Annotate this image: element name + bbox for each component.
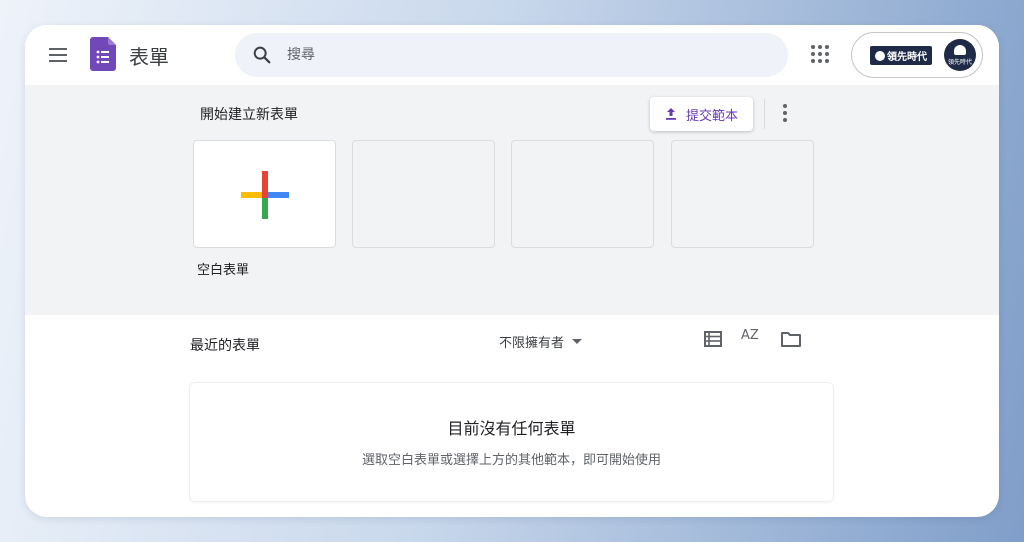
search-input[interactable] bbox=[287, 33, 767, 77]
upload-icon bbox=[666, 108, 676, 120]
submit-template-label: 提交範本 bbox=[686, 108, 739, 124]
owner-filter-dropdown[interactable]: 不限擁有者 bbox=[499, 332, 583, 351]
google-apps-icon[interactable] bbox=[811, 45, 829, 63]
template-placeholder[interactable] bbox=[352, 140, 495, 248]
gallery-title: 開始建立新表單 bbox=[200, 107, 298, 123]
empty-state-title: 目前沒有任何表單 bbox=[447, 419, 576, 438]
brand-text: 領先時代 bbox=[887, 52, 927, 63]
search-icon[interactable] bbox=[251, 44, 273, 66]
main-menu-button[interactable] bbox=[45, 42, 71, 68]
blank-form-template[interactable] bbox=[193, 140, 336, 248]
caret-down-icon bbox=[572, 339, 583, 344]
app-title[interactable]: 表單 bbox=[129, 41, 169, 70]
menu-line bbox=[49, 54, 67, 56]
template-placeholder[interactable] bbox=[511, 140, 654, 248]
empty-state-card: 目前沒有任何表單 選取空白表單或選擇上方的其他範本，即可開始使用 bbox=[189, 382, 834, 502]
menu-line bbox=[49, 48, 67, 50]
folder-icon[interactable] bbox=[781, 331, 801, 347]
menu-line bbox=[49, 60, 67, 62]
sort-az-icon[interactable]: AZ bbox=[741, 328, 763, 350]
account-chip[interactable]: 領先時代 領先時代 bbox=[851, 32, 983, 78]
more-options-icon[interactable] bbox=[777, 101, 793, 125]
app-window: 表單 領先時代 領先時代 開始建立新表單 bbox=[25, 25, 999, 517]
avatar[interactable]: 領先時代 bbox=[944, 39, 976, 71]
template-placeholder[interactable] bbox=[671, 140, 814, 248]
plus-icon bbox=[241, 171, 289, 219]
avatar-figure-icon bbox=[954, 45, 966, 55]
search-bar[interactable] bbox=[235, 33, 788, 77]
brand-mark-icon bbox=[875, 50, 885, 61]
avatar-text: 領先時代 bbox=[947, 59, 972, 66]
template-gallery: 開始建立新表單 提交範本 空白表單 bbox=[25, 85, 999, 315]
brand-logo: 領先時代 bbox=[870, 46, 932, 65]
sort-az-text: AZ bbox=[741, 328, 759, 343]
recent-forms-title: 最近的表單 bbox=[190, 338, 260, 354]
blank-form-label[interactable]: 空白表單 bbox=[197, 259, 249, 278]
list-view-icon[interactable] bbox=[704, 331, 722, 347]
forms-logo-icon[interactable] bbox=[90, 37, 116, 71]
submit-template-button[interactable]: 提交範本 bbox=[650, 97, 753, 131]
empty-state-subtitle: 選取空白表單或選擇上方的其他範本，即可開始使用 bbox=[361, 453, 661, 468]
toolbar-divider bbox=[764, 99, 765, 129]
owner-filter-label: 不限擁有者 bbox=[499, 336, 565, 351]
top-bar: 表單 領先時代 領先時代 bbox=[25, 25, 999, 85]
